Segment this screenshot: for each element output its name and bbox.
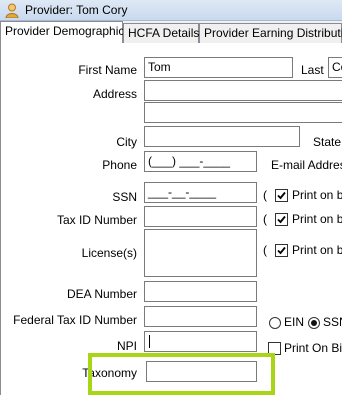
license-field[interactable] xyxy=(144,229,257,277)
last-name-field[interactable]: Co xyxy=(328,57,342,78)
tax-id-label: Tax ID Number xyxy=(56,213,137,227)
ssn-radio-label: SSN xyxy=(323,315,342,329)
first-name-field[interactable]: Tom xyxy=(144,57,293,78)
phone-field[interactable]: (___) ___-____ xyxy=(144,151,257,172)
tax-id-field[interactable] xyxy=(144,206,257,227)
tab-label: Provider Earning Distribution xyxy=(204,26,342,40)
ein-label: EIN xyxy=(284,315,305,329)
ssn-label: SSN xyxy=(112,190,137,204)
tab-strip: Provider Demographics HCFA Details Provi… xyxy=(0,21,342,44)
dea-label: DEA Number xyxy=(66,287,137,301)
first-name-label: First Name xyxy=(78,63,137,77)
print-on-bill-label-2: Print on bill xyxy=(292,212,342,226)
tab-provider-earning-distribution[interactable]: Provider Earning Distribution xyxy=(199,23,342,43)
text-cursor xyxy=(149,335,150,348)
taxonomy-highlight-box xyxy=(88,353,275,395)
tab-label: HCFA Details xyxy=(128,26,200,40)
city-field[interactable] xyxy=(144,126,300,147)
dea-field[interactable] xyxy=(144,281,257,302)
email-label: E-mail Address xyxy=(271,158,342,172)
print-on-bill-label-3: Print on bill xyxy=(292,243,342,257)
ssn-radio[interactable] xyxy=(308,317,320,329)
federal-tax-id-label: Federal Tax ID Number xyxy=(13,313,137,327)
paren-1: ( xyxy=(263,188,267,202)
address-line2-field[interactable] xyxy=(144,102,342,123)
address-label: Address xyxy=(92,87,137,101)
radio-selected-dot xyxy=(311,320,317,326)
phone-label: Phone xyxy=(102,158,137,172)
print-on-bill-label-1: Print on bill xyxy=(292,188,342,202)
print-on-bill-checkbox-3[interactable] xyxy=(275,244,288,257)
license-label: License(s) xyxy=(81,246,137,260)
paren-2: ( xyxy=(263,212,267,226)
city-label: City xyxy=(116,135,137,149)
state-label: State xyxy=(313,135,342,149)
address-line1-field[interactable] xyxy=(144,80,342,101)
last-name-label: Last xyxy=(301,63,324,77)
tab-hcfa-details[interactable]: HCFA Details xyxy=(123,23,199,43)
ein-radio[interactable] xyxy=(269,317,281,329)
title-bar[interactable]: Provider: Tom Cory xyxy=(0,0,342,21)
tab-provider-demographics[interactable]: Provider Demographics xyxy=(0,21,130,44)
npi-field[interactable] xyxy=(144,331,257,352)
print-on-bills-label: Print On Bills xyxy=(284,341,342,355)
paren-3: ( xyxy=(263,243,267,257)
tab-label: Provider Demographics xyxy=(5,24,131,38)
window-title: Provider: Tom Cory xyxy=(25,3,128,17)
print-on-bill-checkbox-1[interactable] xyxy=(275,189,288,202)
federal-tax-id-field[interactable] xyxy=(144,306,257,327)
print-on-bill-checkbox-2[interactable] xyxy=(275,213,288,226)
npi-label: NPI xyxy=(116,339,137,353)
ssn-field[interactable]: ___-__-____ xyxy=(144,182,257,203)
person-icon xyxy=(5,3,19,19)
